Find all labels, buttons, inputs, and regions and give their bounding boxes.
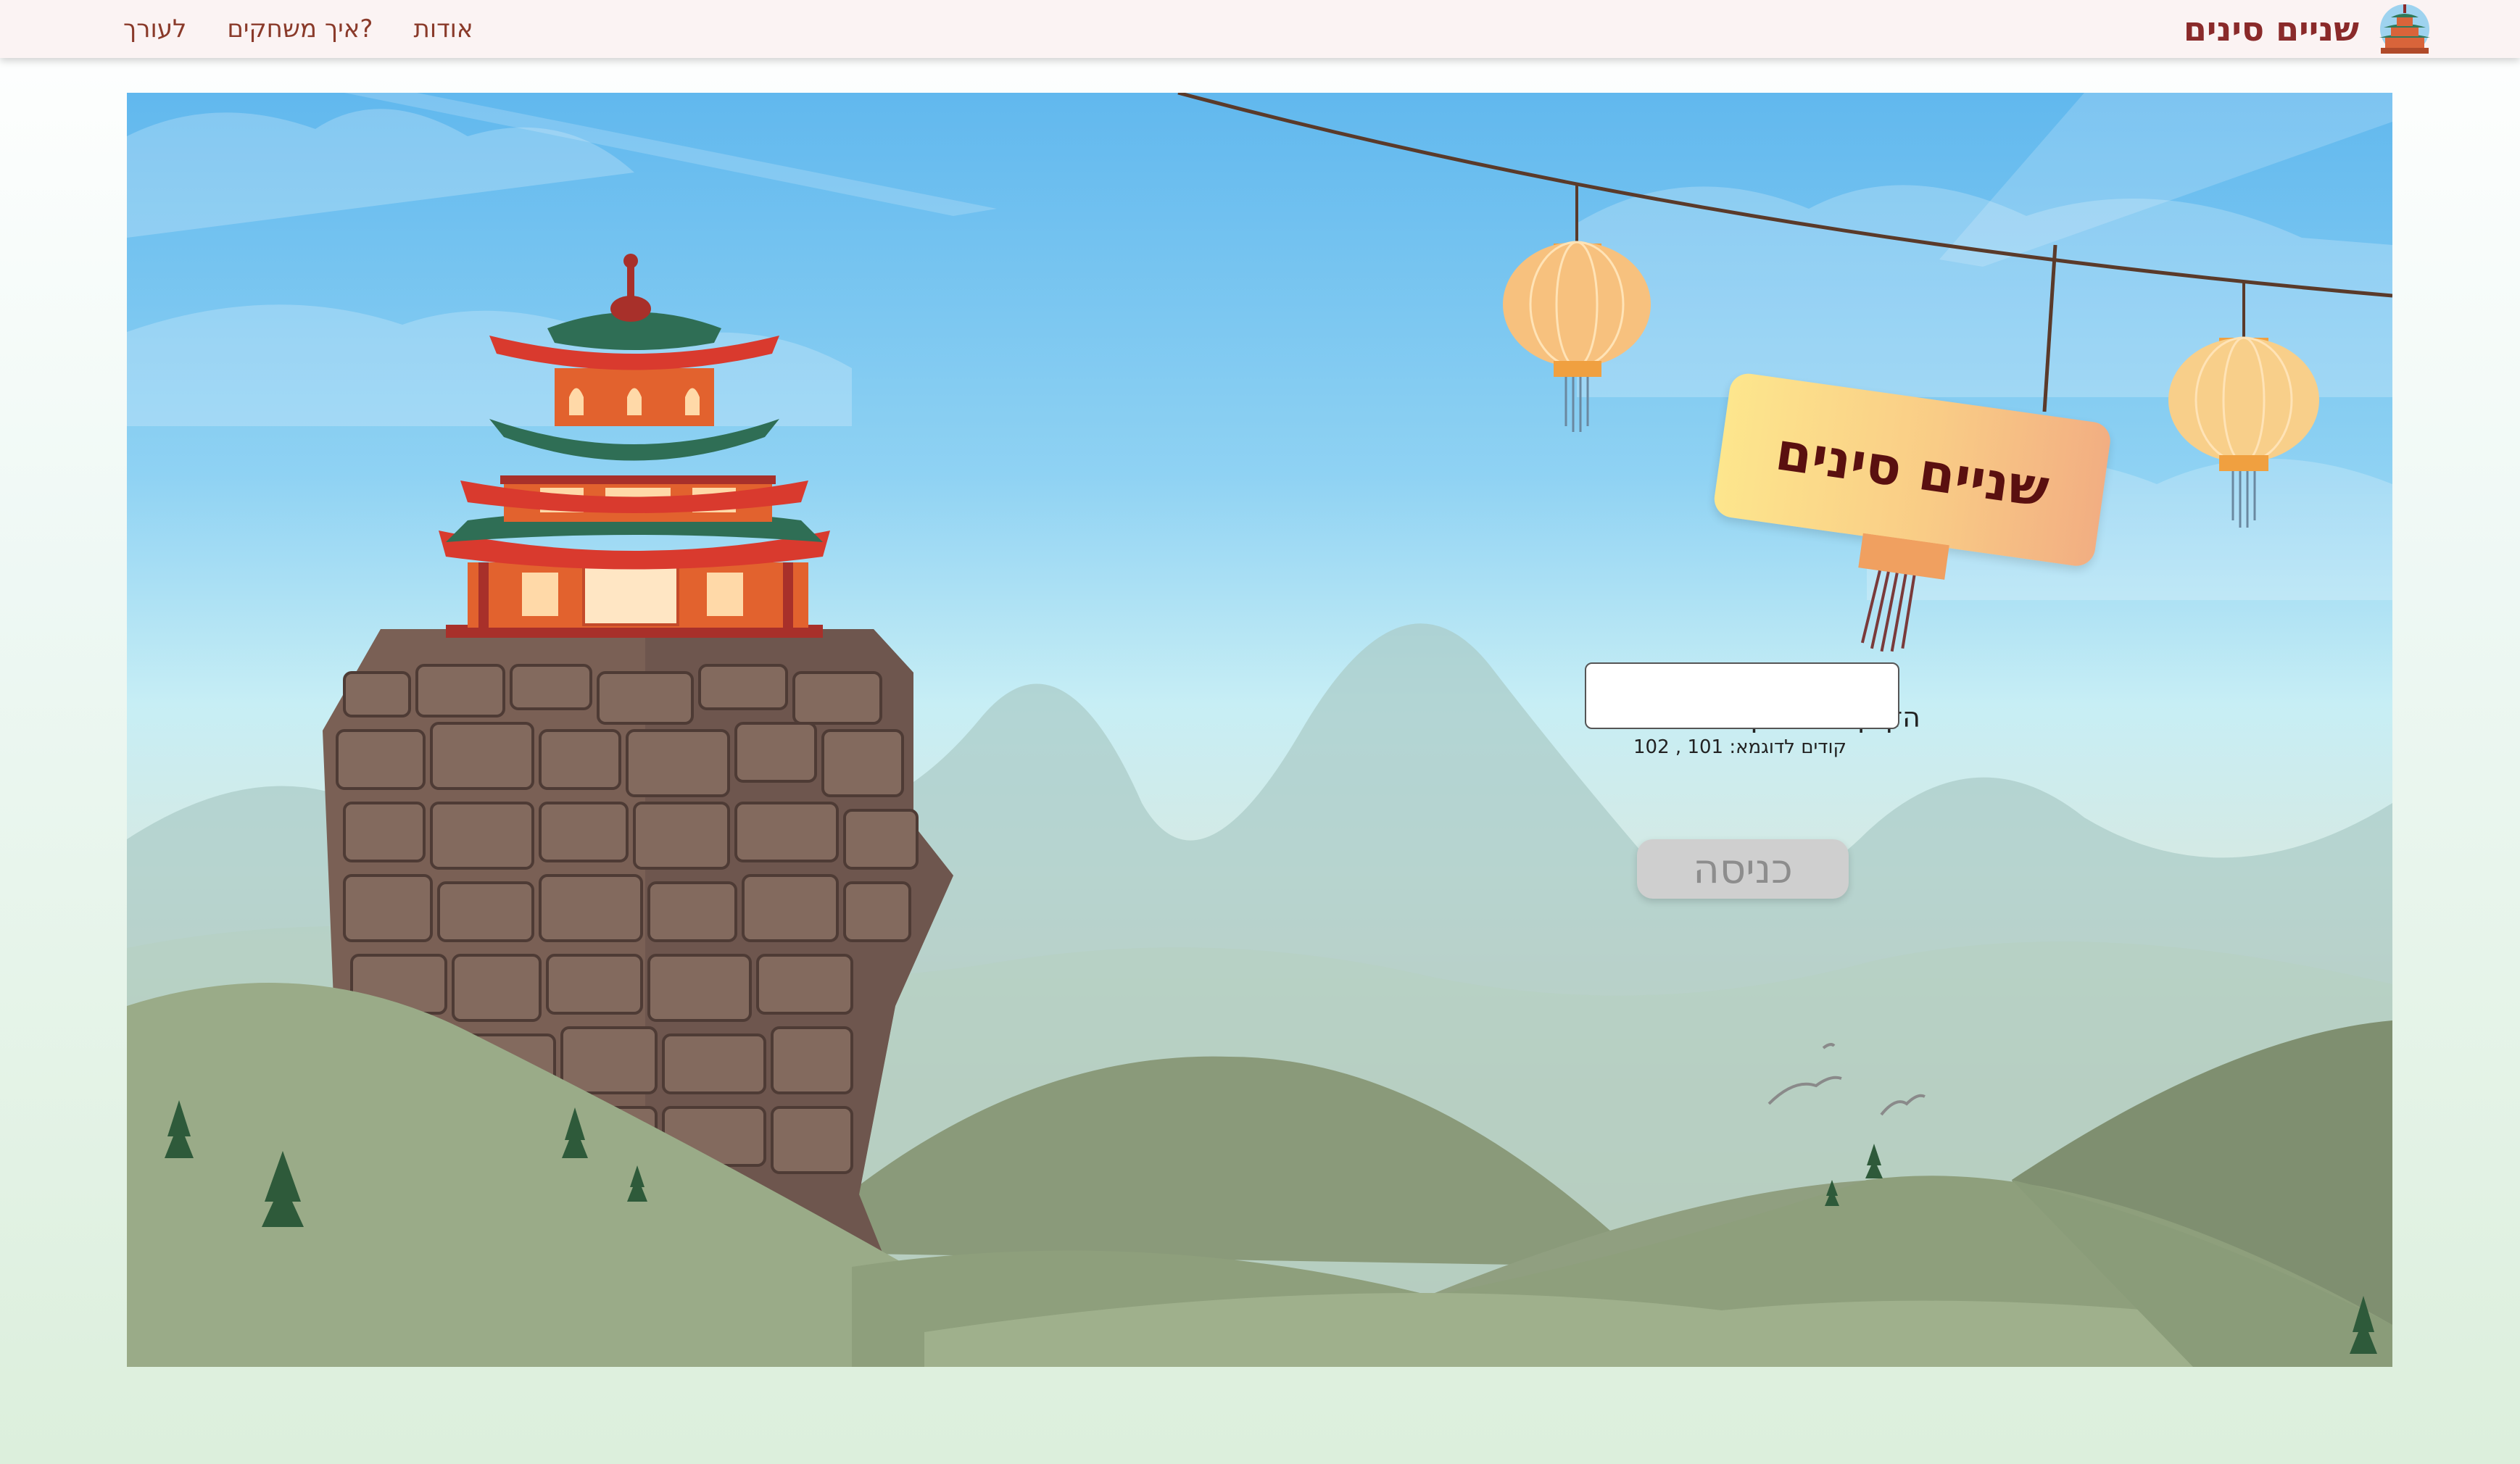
lantern-left <box>1503 241 1651 432</box>
nav-link-about[interactable]: אודות <box>413 14 473 43</box>
pagoda-logo-icon <box>2379 4 2430 54</box>
nav-links: לעורך איך משחקים? אודות <box>123 0 473 58</box>
brand[interactable]: שניים סינים <box>2184 0 2439 58</box>
sign-title: שניים סינים <box>1772 420 2053 520</box>
game-code-hint: קודים לדוגמא: 101 , 102 <box>1633 736 1847 758</box>
game-code-input[interactable] <box>1585 662 1899 729</box>
enter-button[interactable]: כניסה <box>1637 839 1849 899</box>
landscape-illustration <box>127 93 2392 1367</box>
game-scene: שניים סינים הזן קוד משחק: <box>127 93 2392 1367</box>
top-navbar: לעורך איך משחקים? אודות שניים סינים <box>0 0 2520 58</box>
brand-title: שניים סינים <box>2183 9 2359 49</box>
nav-link-editor[interactable]: לעורך <box>123 14 186 43</box>
sign-tassel <box>1858 533 1949 652</box>
nav-link-how-to-play[interactable]: איך משחקים? <box>227 14 373 43</box>
